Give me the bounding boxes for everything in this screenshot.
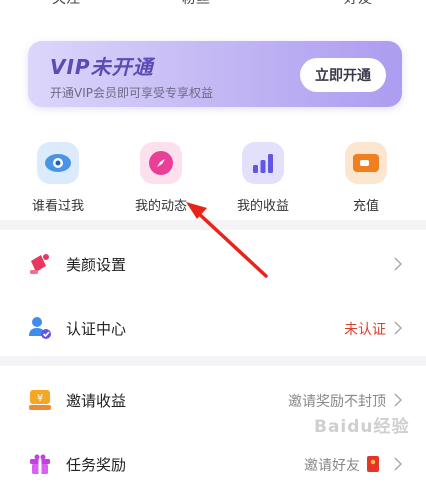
shortcut-label: 谁看过我 xyxy=(31,199,84,214)
chevron-right-icon xyxy=(394,321,402,335)
menu-value: 邀请奖励不封顶 xyxy=(288,394,386,410)
menu-row-verification-center[interactable]: 认证中心 未认证 xyxy=(0,302,426,354)
section-divider xyxy=(0,220,426,230)
shortcut-recharge[interactable]: 充值 xyxy=(321,142,411,214)
chevron-right-icon xyxy=(394,257,402,271)
watermark: Baidu经验 xyxy=(314,417,410,437)
invite-income-icon: ¥ xyxy=(28,388,52,412)
red-envelope-icon xyxy=(367,456,379,472)
vip-subtitle: 开通VIP会员即可享受专享权益 xyxy=(50,86,213,100)
verify-user-icon xyxy=(28,316,52,340)
vip-banner[interactable]: VIP未开通 开通VIP会员即可享受专享权益 立即开通 xyxy=(28,41,402,107)
section-divider xyxy=(0,356,426,366)
bar-chart-icon xyxy=(242,142,284,184)
shortcut-who-viewed-me[interactable]: 谁看过我 xyxy=(13,142,103,214)
shortcut-label: 充值 xyxy=(352,199,379,214)
wallet-icon xyxy=(345,142,387,184)
tab-fans[interactable]: 粉丝 xyxy=(182,0,210,8)
tab-friends[interactable]: 好友 xyxy=(344,0,372,8)
activate-vip-button[interactable]: 立即开通 xyxy=(300,58,386,92)
compass-icon xyxy=(140,142,182,184)
vip-title: VIP未开通 xyxy=(50,55,154,79)
top-tabs: 关注 粉丝 好友 xyxy=(0,0,426,10)
menu-row-beauty-settings[interactable]: 美颜设置 xyxy=(0,238,426,290)
gift-icon xyxy=(28,452,52,476)
menu-value: 邀请好友 xyxy=(304,458,360,474)
shortcut-my-moments[interactable]: 我的动态 xyxy=(116,142,206,214)
chevron-right-icon xyxy=(394,457,402,471)
eye-icon xyxy=(37,142,79,184)
menu-label: 认证中心 xyxy=(66,320,127,338)
menu-row-task-reward[interactable]: 任务奖励 邀请好友 xyxy=(0,438,426,490)
menu-label: 邀请收益 xyxy=(66,392,127,410)
verification-status: 未认证 xyxy=(344,322,386,338)
menu-label: 任务奖励 xyxy=(66,456,127,474)
beauty-icon xyxy=(28,252,52,276)
shortcut-my-income[interactable]: 我的收益 xyxy=(218,142,308,214)
shortcut-label: 我的动态 xyxy=(134,199,187,214)
svg-text:¥: ¥ xyxy=(37,393,43,404)
chevron-right-icon xyxy=(394,393,402,407)
menu-label: 美颜设置 xyxy=(66,256,127,274)
tab-follow[interactable]: 关注 xyxy=(52,0,80,8)
shortcut-label: 我的收益 xyxy=(236,199,289,214)
